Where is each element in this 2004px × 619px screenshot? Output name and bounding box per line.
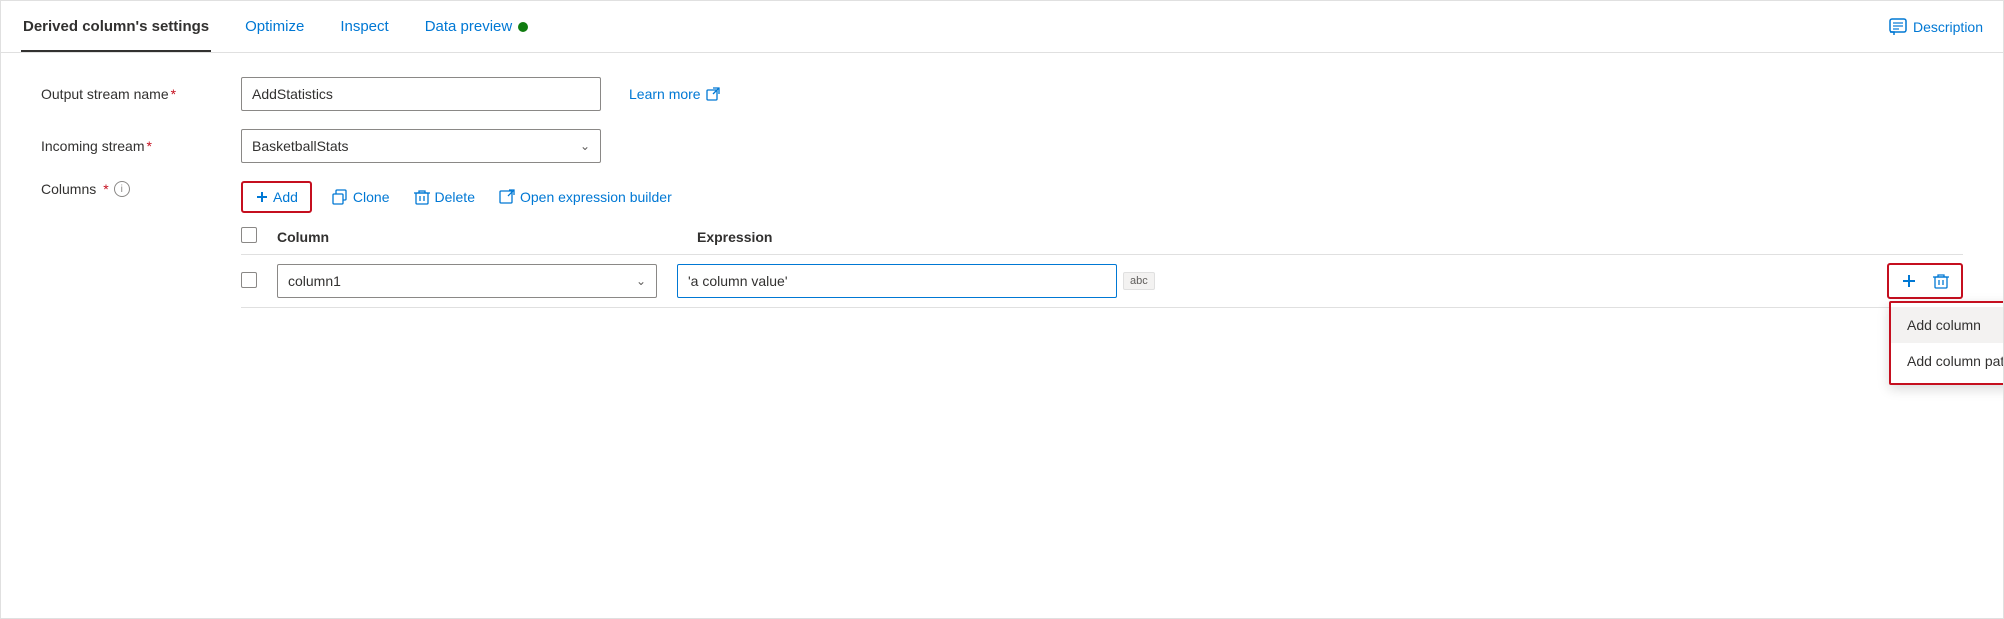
- column-header-label: Column: [277, 229, 329, 245]
- row-actions-highlighted: Add column Add column pattern: [1887, 263, 1963, 299]
- header-expression-cell: Expression: [697, 229, 1963, 245]
- tab-derived-column-settings-label: Derived column's settings: [23, 18, 209, 35]
- info-icon[interactable]: i: [114, 181, 130, 197]
- tab-inspect[interactable]: Inspect: [338, 1, 390, 52]
- incoming-stream-dropdown[interactable]: BasketballStats ⌄: [241, 129, 601, 163]
- main-content: Output stream name* Learn more Incoming …: [1, 53, 2003, 618]
- delete-label: Delete: [435, 189, 475, 205]
- add-column-menu-item[interactable]: Add column: [1891, 307, 2003, 343]
- output-stream-row: Output stream name* Learn more: [41, 77, 1963, 111]
- expression-header-label: Expression: [697, 229, 772, 245]
- external-link-icon: [706, 87, 720, 101]
- tab-inspect-label: Inspect: [340, 18, 388, 35]
- incoming-stream-row: Incoming stream* BasketballStats ⌄: [41, 129, 1963, 163]
- column-cell: column1 ⌄: [277, 264, 657, 298]
- row-add-button[interactable]: [1897, 269, 1921, 293]
- header-checkbox[interactable]: [241, 227, 257, 243]
- row-plus-icon: [1901, 273, 1917, 289]
- add-button-highlighted: Add: [241, 181, 312, 213]
- tab-optimize-label: Optimize: [245, 18, 304, 35]
- output-stream-input[interactable]: [241, 77, 601, 111]
- description-button[interactable]: Description: [1889, 18, 1983, 36]
- add-column-pattern-label: Add column pattern: [1907, 353, 2003, 369]
- add-column-label: Add column: [1907, 317, 1981, 333]
- expression-builder-icon: [499, 189, 515, 205]
- description-chat-icon: [1889, 18, 1907, 36]
- learn-more-label: Learn more: [629, 86, 701, 102]
- dropdown-chevron-icon: ⌄: [580, 139, 590, 153]
- row-checkbox[interactable]: [241, 272, 257, 288]
- clone-button[interactable]: Clone: [320, 183, 402, 211]
- abc-badge: abc: [1123, 272, 1155, 290]
- tab-bar: Derived column's settings Optimize Inspe…: [1, 1, 2003, 53]
- incoming-stream-label: Incoming stream*: [41, 138, 241, 154]
- tab-data-preview[interactable]: Data preview: [423, 1, 531, 52]
- tab-data-preview-label: Data preview: [425, 18, 513, 35]
- add-label: Add: [273, 189, 298, 205]
- column-dropdown-chevron-icon: ⌄: [636, 274, 646, 288]
- learn-more-link[interactable]: Learn more: [629, 86, 720, 102]
- action-buttons: [1897, 269, 1953, 293]
- expression-cell: 'a column value' abc: [657, 264, 1877, 298]
- output-stream-label: Output stream name*: [41, 86, 241, 102]
- table-header: Column Expression: [241, 219, 1963, 255]
- clone-icon: [332, 189, 348, 205]
- add-column-pattern-menu-item[interactable]: Add column pattern: [1891, 343, 2003, 379]
- row-check-cell: [241, 272, 277, 291]
- header-check-cell: [241, 227, 277, 246]
- clone-label: Clone: [353, 189, 390, 205]
- tab-derived-column-settings[interactable]: Derived column's settings: [21, 1, 211, 52]
- columns-toolbar: Add Clone: [241, 181, 1963, 213]
- table-row: column1 ⌄ 'a column value' abc: [241, 255, 1963, 308]
- row-delete-icon: [1933, 273, 1949, 289]
- add-button[interactable]: Add: [243, 183, 310, 211]
- tab-optimize[interactable]: Optimize: [243, 1, 306, 52]
- column-dropdown[interactable]: column1 ⌄: [277, 264, 657, 298]
- open-expression-builder-button[interactable]: Open expression builder: [487, 183, 684, 211]
- incoming-stream-value: BasketballStats: [252, 138, 349, 154]
- delete-button[interactable]: Delete: [402, 183, 487, 211]
- open-expression-builder-label: Open expression builder: [520, 189, 672, 205]
- delete-icon: [414, 189, 430, 205]
- description-label: Description: [1913, 19, 1983, 35]
- expression-input[interactable]: 'a column value': [677, 264, 1117, 298]
- data-preview-status-dot: [518, 22, 528, 32]
- column-value: column1: [288, 273, 341, 289]
- row-delete-button[interactable]: [1929, 269, 1953, 293]
- header-column-cell: Column: [277, 229, 697, 245]
- add-column-menu: Add column Add column pattern: [1889, 301, 2003, 385]
- columns-right-content: Add Clone: [241, 181, 1963, 308]
- expression-value: 'a column value': [688, 273, 788, 289]
- plus-icon: [255, 190, 269, 204]
- columns-label: Columns* i: [41, 181, 241, 197]
- columns-section: Columns* i: [41, 181, 1963, 308]
